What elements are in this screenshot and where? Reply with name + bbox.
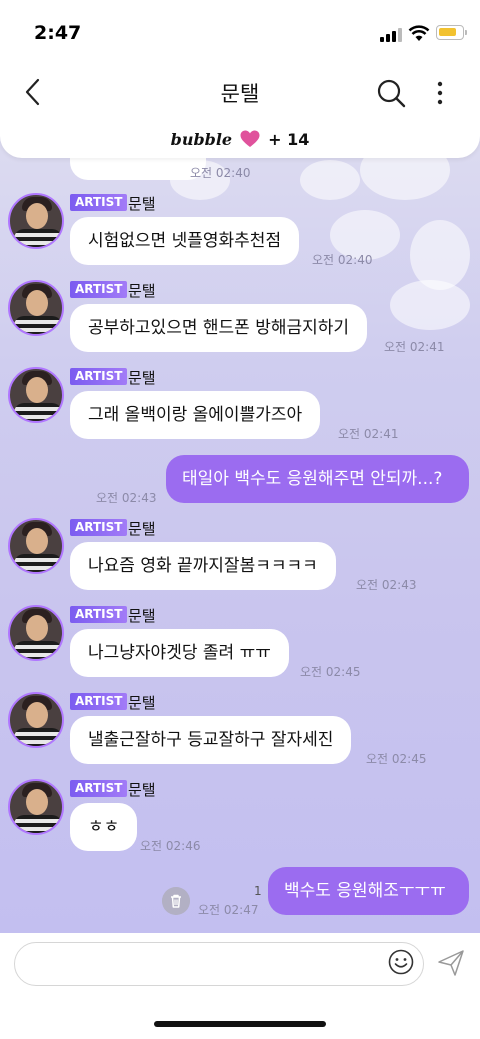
artist-badge: ARTIST — [70, 693, 128, 710]
message-bubble[interactable]: 시험없으면 넷플영화추천점 — [70, 217, 300, 265]
artist-badge: ARTIST — [70, 368, 128, 385]
wifi-icon — [408, 25, 430, 41]
message-bubble[interactable]: 낼출근잘하구 등교잘하구 잘자세진 — [70, 716, 352, 764]
message-time: 오전 02:41 — [384, 340, 445, 354]
battery-icon — [436, 25, 464, 40]
message-time: 오전 02:47 — [198, 903, 259, 917]
message-time: 오전 02:45 — [366, 752, 427, 766]
battery-tip — [465, 30, 467, 35]
message-time: 오전 02:43 — [356, 578, 417, 592]
send-icon[interactable] — [436, 948, 466, 978]
message-time: 오전 02:43 — [96, 491, 157, 505]
heart-icon — [240, 130, 260, 147]
status-bar: 2:47 — [0, 0, 480, 64]
message-time: 오전 02:40 — [190, 166, 251, 180]
artist-badge: ARTIST — [70, 606, 128, 623]
message-bubble[interactable]: 그래 올백이랑 올에이쁠가즈아 — [70, 391, 321, 439]
sender-name: 문탤 — [128, 520, 156, 538]
artist-badge: ARTIST — [70, 194, 128, 211]
message-input-wrapper[interactable] — [14, 942, 424, 986]
message-bubble[interactable]: 나그냥자야겟당 졸려 ㅠㅠ — [70, 629, 289, 677]
message-input[interactable] — [29, 943, 379, 985]
unread-count: 1 — [254, 884, 262, 898]
home-indicator[interactable] — [154, 1021, 326, 1027]
sender-name: 문탤 — [128, 781, 156, 799]
status-time: 2:47 — [34, 22, 82, 44]
message-time: 오전 02:41 — [338, 427, 399, 441]
chat-header: 문탤 — [0, 64, 480, 120]
more-vertical-icon[interactable] — [428, 76, 452, 110]
message-bubble[interactable]: ㅎㅎ — [70, 803, 138, 851]
avatar[interactable] — [8, 193, 64, 249]
artist-badge: ARTIST — [70, 780, 128, 797]
avatar[interactable] — [8, 779, 64, 835]
message-bubble[interactable]: 나요즘 영화 끝까지잘봄ㅋㅋㅋㅋ — [70, 542, 336, 590]
avatar[interactable] — [8, 692, 64, 748]
chat-title: 문탤 — [220, 82, 260, 106]
avatar[interactable] — [8, 367, 64, 423]
bubble-brand: bubble — [170, 129, 233, 149]
sender-name: 문탤 — [128, 282, 156, 300]
avatar[interactable] — [8, 280, 64, 336]
sender-name: 문탤 — [128, 607, 156, 625]
trash-icon[interactable] — [162, 887, 190, 915]
artist-badge: ARTIST — [70, 281, 128, 298]
artist-badge: ARTIST — [70, 519, 128, 536]
signal-icon — [380, 28, 402, 42]
chat-area[interactable]: bubble + 14 잘 자 자 고 자 오전 02:40 ARTIST 문탤… — [0, 120, 480, 933]
message-time: 오전 02:45 — [300, 665, 361, 679]
message-time: 오전 02:40 — [312, 253, 373, 267]
bubble-count: + 14 — [268, 129, 310, 149]
bubble-bar[interactable]: bubble + 14 — [0, 120, 480, 158]
avatar[interactable] — [8, 605, 64, 661]
sender-name: 문탤 — [128, 195, 156, 213]
message-bubble-outgoing[interactable]: 태일아 백수도 응원해주면 안되까...? — [166, 455, 469, 503]
home-area — [0, 997, 480, 1039]
smiley-icon[interactable] — [388, 949, 414, 975]
message-time: 오전 02:46 — [140, 839, 201, 853]
search-icon[interactable] — [374, 76, 408, 110]
message-bubble-outgoing[interactable]: 백수도 응원해조ㅜㅜㅠ — [268, 867, 469, 915]
avatar[interactable] — [8, 518, 64, 574]
sender-name: 문탤 — [128, 369, 156, 387]
sender-name: 문탤 — [128, 694, 156, 712]
message-bubble[interactable]: 공부하고있으면 핸드폰 방해금지하기 — [70, 304, 368, 352]
